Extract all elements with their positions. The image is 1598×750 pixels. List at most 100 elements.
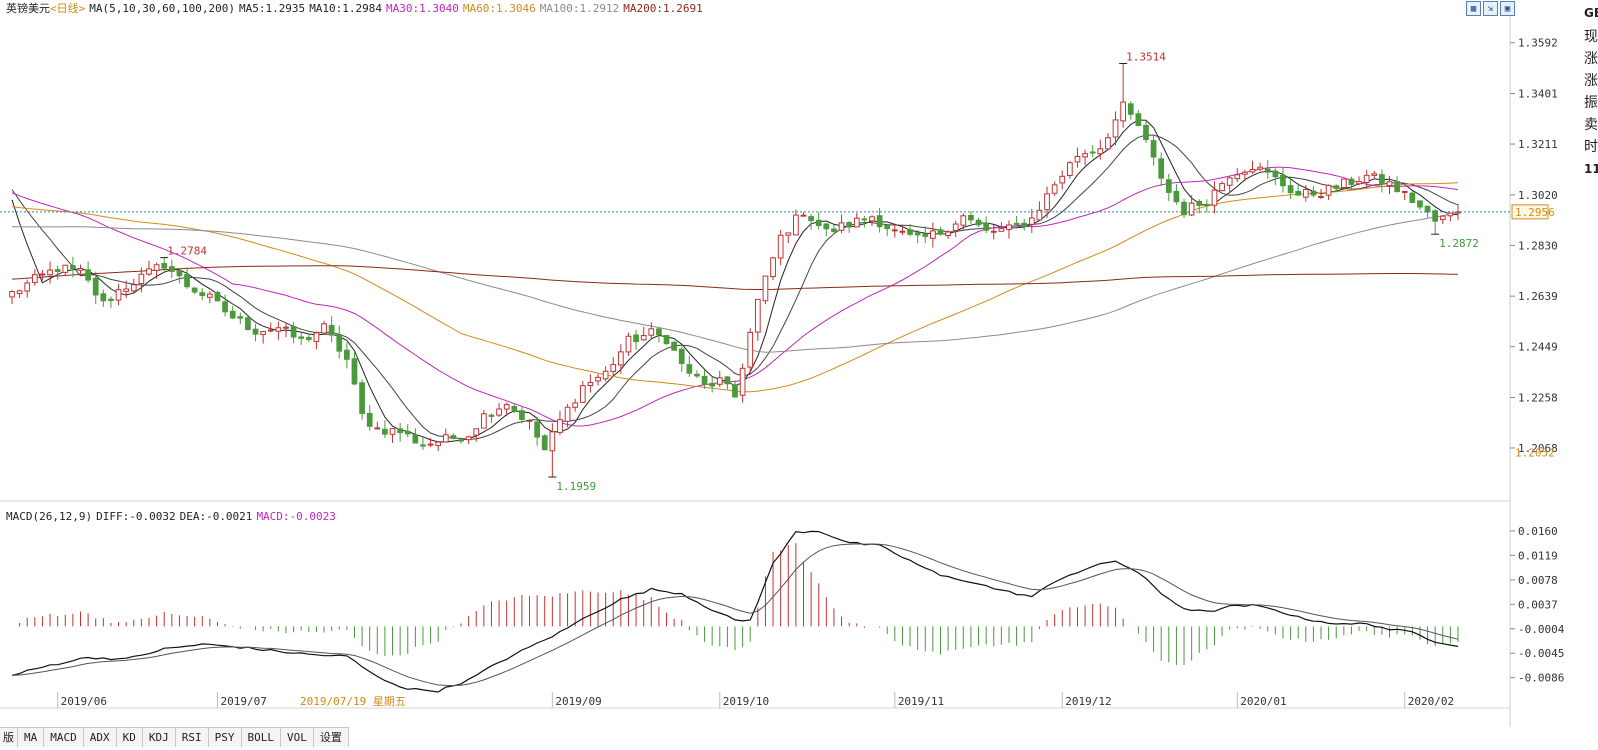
time-label: 2019/07 (220, 695, 266, 708)
candle-body-up (1447, 212, 1454, 217)
candle-body-down (237, 316, 244, 319)
tab-kdj[interactable]: KDJ (142, 727, 176, 747)
price-tick-label: 1.3401 (1518, 88, 1558, 101)
candle-body-down (1417, 200, 1423, 208)
candle-body-down (420, 444, 426, 447)
candle-body-down (1394, 181, 1400, 193)
tab-ma[interactable]: MA (18, 727, 45, 747)
candle-body-up (617, 351, 624, 366)
panel-line: 涨 (1584, 73, 1598, 89)
candle-body-down (1173, 190, 1180, 203)
candle-body-down (412, 434, 419, 444)
candle-body-down (1409, 192, 1416, 203)
candle-body-down (100, 293, 107, 302)
tab-boll[interactable]: BOLL (241, 727, 281, 747)
price-tick-label: 1.2830 (1518, 239, 1558, 252)
ma5-value: MA5:1.2935 (238, 2, 306, 15)
panel-line: 时 (1584, 139, 1598, 155)
candle (541, 434, 548, 451)
ma100-value: MA100:1.2912 (539, 2, 620, 15)
candle-body-up (62, 264, 69, 273)
candle-body-down (1135, 113, 1142, 126)
tab-version[interactable]: 版 (0, 727, 18, 747)
candle-body-down (1181, 201, 1187, 216)
period-label[interactable]: <日线> (50, 2, 85, 15)
symbol-name: 英镑美元 (6, 2, 50, 15)
candle-body-up (793, 214, 799, 236)
candle-body-up (572, 402, 579, 408)
candle-body-up (123, 288, 130, 292)
time-label: 2019/12 (1065, 695, 1111, 708)
tab-rsi[interactable]: RSI (175, 727, 209, 747)
candle-body-down (161, 263, 168, 269)
macd-tick-label: -0.0086 (1518, 672, 1564, 685)
candle-body-up (31, 274, 38, 283)
candle-body-down (846, 222, 853, 228)
candle-body-down (245, 317, 251, 331)
candle-body-down (732, 384, 738, 398)
candle-body-up (1356, 181, 1362, 185)
candle-body-down (975, 219, 982, 226)
candle-body-down (176, 270, 183, 277)
ma30-value: MA30:1.3040 (386, 2, 459, 15)
candle-body-down (366, 412, 373, 427)
tab-vol[interactable]: VOL (281, 727, 314, 747)
candle-body-up (1363, 174, 1370, 184)
candle (762, 275, 769, 305)
candle-body-up (557, 419, 563, 433)
candle-body-up (374, 427, 381, 430)
price-tick-label: 1.3211 (1518, 138, 1558, 151)
candle-body-up (1105, 137, 1111, 150)
candle-body-up (1067, 162, 1073, 176)
grid-toggle-icon[interactable]: ▦ (1466, 1, 1481, 16)
candle-body-up (945, 231, 951, 236)
low-marker-label: 1.2052 (1515, 446, 1555, 459)
candle-body-up (1249, 169, 1256, 173)
candle-body-up (321, 323, 327, 334)
candle-body-up (785, 232, 792, 236)
tab-settings[interactable]: 设置 (313, 727, 349, 747)
tab-adx[interactable]: ADX (83, 727, 117, 747)
candle-body-up (1242, 171, 1248, 175)
candle (747, 328, 754, 374)
ma-params[interactable]: MA(5,10,30,60,100,200) (89, 2, 235, 15)
candle-body-up (496, 408, 502, 416)
candle-body-up (146, 268, 152, 275)
candle-body-down (663, 335, 670, 345)
tab-macd[interactable]: MACD (44, 727, 84, 747)
candle-body-up (869, 216, 875, 222)
candle-body-up (587, 381, 594, 386)
macd-tick-label: 0.0160 (1518, 525, 1558, 538)
price-tick-label: 1.3020 (1518, 189, 1558, 202)
candle-body-down (968, 214, 974, 221)
price-tick-label: 1.2258 (1518, 391, 1558, 404)
candle-body-down (633, 334, 639, 343)
tab-psy[interactable]: PSY (208, 727, 242, 747)
candle-body-down (1432, 210, 1439, 222)
candle-body-up (473, 428, 480, 436)
macd-tick-label: 0.0037 (1518, 598, 1558, 611)
settings-icon[interactable]: ▣ (1500, 1, 1515, 16)
macd-params[interactable]: MACD(26,12,9) (6, 510, 92, 523)
candle-body-up (990, 230, 997, 233)
candle-body-up (1006, 224, 1012, 230)
quote-side-panel: GB 现 涨 涨 振 卖 时 11 (1584, 0, 1598, 750)
candle-body-down (458, 439, 464, 442)
candle-body-up (47, 269, 53, 276)
candle-body-down (922, 233, 929, 237)
candle-body-down (694, 373, 700, 377)
candle-body-up (602, 370, 609, 380)
candle-body-up (1386, 181, 1393, 186)
candle-body-up (442, 434, 449, 443)
candle-body-up (1051, 184, 1058, 194)
zoom-icon[interactable]: ⇲ (1483, 1, 1498, 16)
diff-value: DIFF:-0.0032 (96, 510, 176, 523)
candle-body-down (534, 421, 540, 438)
candle-body-up (1082, 153, 1088, 158)
candle-body-down (1424, 205, 1431, 213)
tab-kd[interactable]: KD (116, 727, 143, 747)
macd-tick-label: -0.0045 (1518, 647, 1564, 660)
candle-body-up (960, 215, 967, 226)
candle-body-down (1203, 203, 1210, 206)
candle-body-down (1143, 124, 1149, 141)
